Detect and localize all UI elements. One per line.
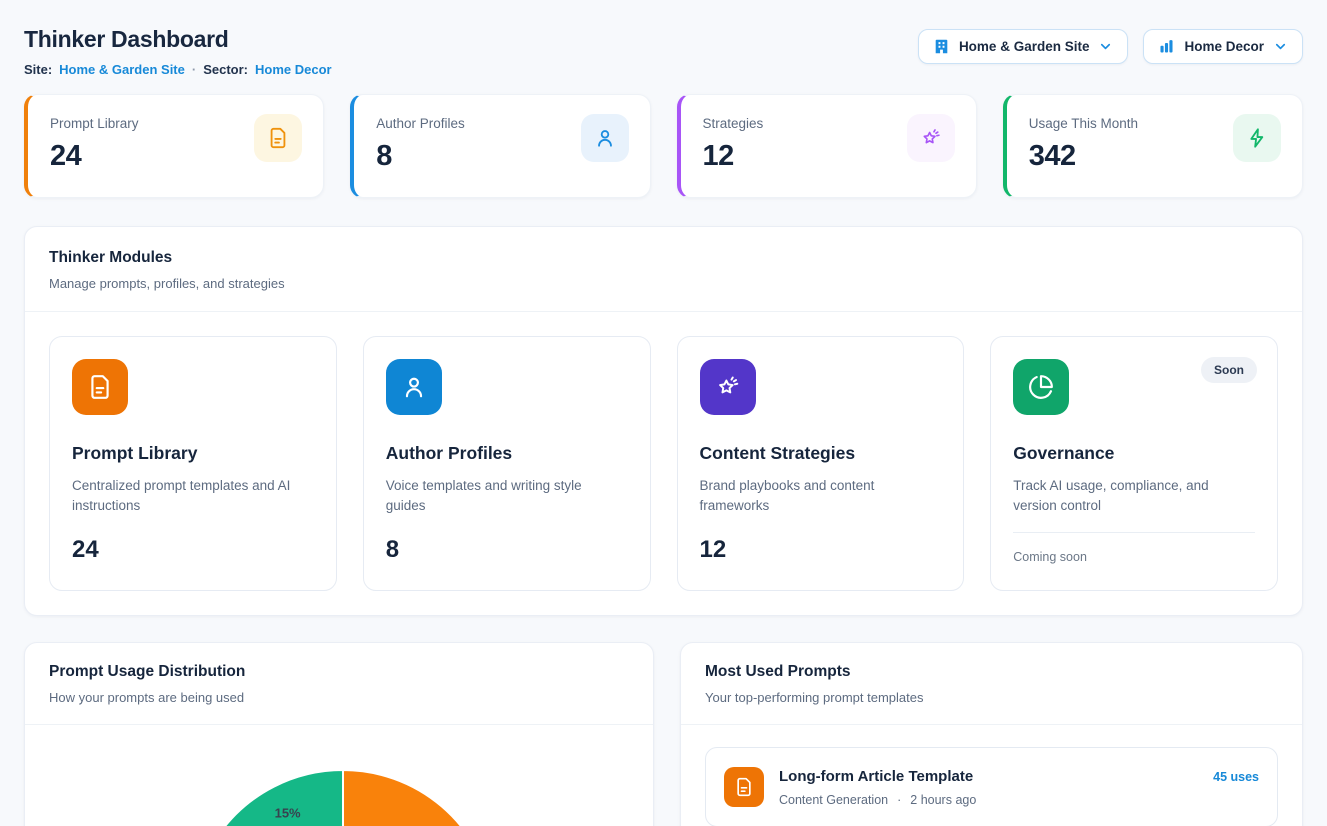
user-icon: [581, 114, 629, 162]
meta-separator: ·: [897, 793, 901, 807]
header-left: Thinker Dashboard Site: Home & Garden Si…: [24, 24, 332, 77]
document-icon: [72, 359, 128, 415]
module-description: Track AI usage, compliance, and version …: [1013, 476, 1255, 517]
sector-selector-value: Home Decor: [1184, 39, 1264, 54]
prompts-list: Long-form Article Template Content Gener…: [681, 725, 1302, 826]
document-icon: [724, 767, 764, 807]
stat-card-prompt-library: Prompt Library 24: [24, 94, 324, 198]
sparkle-star-icon: [907, 114, 955, 162]
panel-title: Thinker Modules: [49, 249, 1278, 267]
module-title: Governance: [1013, 443, 1255, 464]
lightning-icon: [1233, 114, 1281, 162]
header-actions: Home & Garden Site Home Decor: [918, 29, 1303, 64]
sector-selector-dropdown[interactable]: Home Decor: [1143, 29, 1303, 64]
panel-body: Prompt Library Centralized prompt templa…: [25, 312, 1302, 615]
donut-chart: 15%: [25, 725, 653, 826]
chevron-down-icon: [1098, 39, 1113, 54]
module-card-content-strategies[interactable]: Content Strategies Brand playbooks and c…: [677, 336, 965, 591]
card-title: Most Used Prompts: [705, 663, 1278, 681]
module-card-governance[interactable]: Soon Governance Track AI usage, complian…: [990, 336, 1278, 591]
thinker-modules-panel: Thinker Modules Manage prompts, profiles…: [24, 226, 1303, 616]
card-subtitle: How your prompts are being used: [49, 690, 629, 705]
sector-link[interactable]: Home Decor: [255, 62, 332, 77]
bar-chart-icon: [1158, 38, 1175, 55]
dashboard-page: Thinker Dashboard Site: Home & Garden Si…: [0, 0, 1327, 826]
module-card-author-profiles[interactable]: Author Profiles Voice templates and writ…: [363, 336, 651, 591]
donut-segment-label: 15%: [275, 805, 301, 820]
document-icon: [254, 114, 302, 162]
sparkle-star-icon: [700, 359, 756, 415]
card-header: Most Used Prompts Your top-performing pr…: [681, 643, 1302, 725]
user-icon: [386, 359, 442, 415]
prompt-item-text: Long-form Article Template Content Gener…: [779, 768, 976, 807]
prompt-item-meta: Content Generation · 2 hours ago: [779, 793, 976, 807]
card-header: Prompt Usage Distribution How your promp…: [25, 643, 653, 725]
site-selector-dropdown[interactable]: Home & Garden Site: [918, 29, 1129, 64]
prompt-time: 2 hours ago: [910, 793, 976, 807]
module-title: Prompt Library: [72, 443, 314, 464]
module-count: 8: [386, 536, 628, 564]
site-label: Site:: [24, 62, 52, 77]
module-title: Content Strategies: [700, 443, 942, 464]
sector-label: Sector:: [203, 62, 248, 77]
stats-row: Prompt Library 24 Author Profiles 8 Stra…: [24, 94, 1303, 198]
header: Thinker Dashboard Site: Home & Garden Si…: [24, 24, 1303, 77]
bottom-row: Prompt Usage Distribution How your promp…: [24, 642, 1303, 826]
module-count: 12: [700, 536, 942, 564]
panel-subtitle: Manage prompts, profiles, and strategies: [49, 276, 1278, 291]
pie-chart-icon: [1013, 359, 1069, 415]
chevron-down-icon: [1273, 39, 1288, 54]
module-description: Voice templates and writing style guides: [386, 476, 628, 517]
stat-card-strategies: Strategies 12: [677, 94, 977, 198]
donut-segment: [343, 770, 495, 826]
module-card-prompt-library[interactable]: Prompt Library Centralized prompt templa…: [49, 336, 337, 591]
divider: [1013, 532, 1255, 533]
page-title: Thinker Dashboard: [24, 26, 332, 53]
prompt-uses-badge: 45 uses: [1213, 767, 1259, 784]
module-title: Author Profiles: [386, 443, 628, 464]
coming-soon-text: Coming soon: [1013, 550, 1255, 564]
breadcrumb-separator: ·: [192, 62, 196, 77]
card-title: Prompt Usage Distribution: [49, 663, 629, 681]
stat-card-usage: Usage This Month 342: [1003, 94, 1303, 198]
building-icon: [933, 38, 950, 55]
panel-header: Thinker Modules Manage prompts, profiles…: [25, 227, 1302, 312]
most-used-prompts-card: Most Used Prompts Your top-performing pr…: [680, 642, 1303, 826]
prompt-item-title: Long-form Article Template: [779, 768, 976, 785]
soon-badge: Soon: [1201, 357, 1257, 383]
site-link[interactable]: Home & Garden Site: [59, 62, 185, 77]
prompt-list-item[interactable]: Long-form Article Template Content Gener…: [705, 747, 1278, 826]
site-selector-value: Home & Garden Site: [959, 39, 1090, 54]
card-subtitle: Your top-performing prompt templates: [705, 690, 1278, 705]
breadcrumb: Site: Home & Garden Site · Sector: Home …: [24, 62, 332, 77]
prompt-usage-card: Prompt Usage Distribution How your promp…: [24, 642, 654, 826]
module-description: Centralized prompt templates and AI inst…: [72, 476, 314, 517]
prompt-category: Content Generation: [779, 793, 888, 807]
stat-card-author-profiles: Author Profiles 8: [350, 94, 650, 198]
module-description: Brand playbooks and content frameworks: [700, 476, 942, 517]
module-count: 24: [72, 536, 314, 564]
